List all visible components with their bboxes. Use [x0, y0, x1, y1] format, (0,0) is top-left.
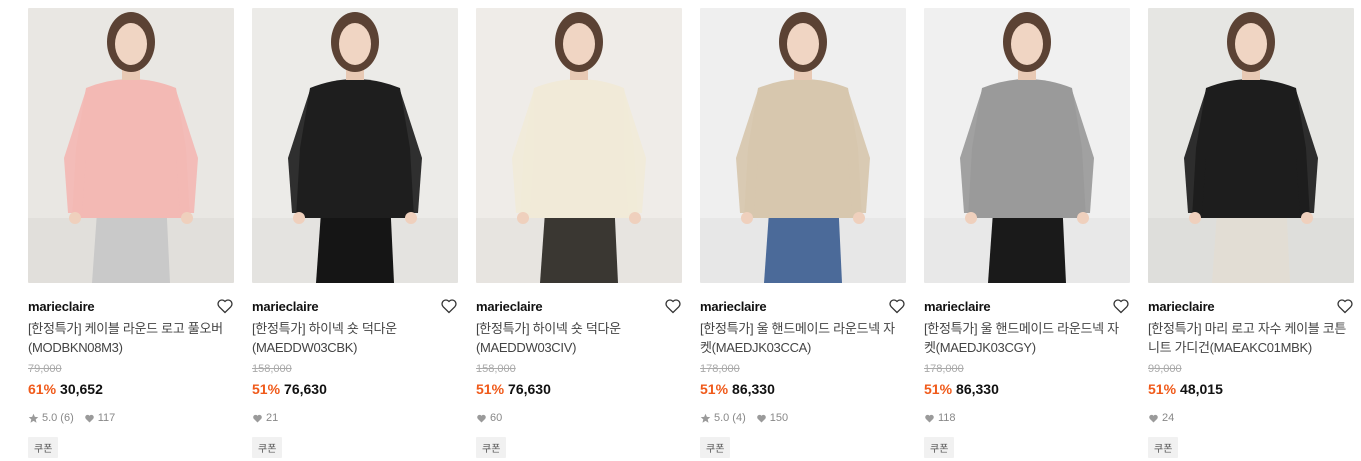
- likes: 150: [756, 412, 788, 424]
- price-row: 51% 86,330: [924, 379, 1130, 399]
- like-count: 21: [266, 412, 279, 424]
- product-title[interactable]: [한정특가] 울 핸드메이드 라운드넥 자켓(MAEDJK03CCA): [700, 319, 906, 357]
- discount-rate: 51%: [1148, 381, 1177, 397]
- heart-icon: [84, 414, 94, 422]
- discount-rate: 51%: [252, 381, 281, 397]
- wishlist-heart-icon[interactable]: [664, 297, 682, 315]
- brand-row: marieclaire: [476, 297, 682, 315]
- product-title[interactable]: [한정특가] 하이넥 숏 덕다운 (MAEDDW03CIV): [476, 319, 682, 357]
- product-meta: 21: [252, 411, 458, 425]
- price-row: 61% 30,652: [28, 379, 234, 399]
- wishlist-heart-icon[interactable]: [440, 297, 458, 315]
- product-card[interactable]: marieclaire [한정특가] 울 핸드메이드 라운드넥 자켓(MAEDJK…: [700, 8, 906, 458]
- review-count: (6): [60, 412, 74, 424]
- product-card[interactable]: marieclaire [한정특가] 울 핸드메이드 라운드넥 자켓(MAEDJK…: [924, 8, 1130, 458]
- brand-row: marieclaire: [28, 297, 234, 315]
- rating-value: 5.0: [714, 412, 730, 424]
- rating: 5.0 (4): [700, 412, 746, 424]
- product-meta: 60: [476, 411, 682, 425]
- brand-name[interactable]: marieclaire: [476, 299, 543, 314]
- sale-price: 86,330: [956, 381, 999, 397]
- coupon-badge: 쿠폰: [252, 437, 283, 458]
- coupon-badge: 쿠폰: [924, 437, 955, 458]
- product-title[interactable]: [한정특가] 케이블 라운드 로고 풀오버 (MODBKN08M3): [28, 319, 234, 357]
- brand-name[interactable]: marieclaire: [924, 299, 991, 314]
- coupon-badge: 쿠폰: [700, 437, 731, 458]
- original-price: 178,000: [700, 363, 740, 375]
- brand-row: marieclaire: [924, 297, 1130, 315]
- heart-icon: [1149, 414, 1158, 422]
- like-count: 118: [938, 412, 956, 424]
- product-grid: marieclaire [한정특가] 케이블 라운드 로고 풀오버 (MODBKN…: [28, 8, 1354, 458]
- discount-rate: 51%: [924, 381, 953, 397]
- product-title[interactable]: [한정특가] 하이넥 숏 덕다운 (MAEDDW03CBK): [252, 319, 458, 357]
- likes: 118: [924, 412, 956, 424]
- rating-value: 5.0: [42, 412, 58, 424]
- discount-rate: 61%: [28, 381, 57, 397]
- brand-row: marieclaire: [252, 297, 458, 315]
- brand-name[interactable]: marieclaire: [700, 299, 767, 314]
- likes: 60: [476, 412, 502, 424]
- price-row: 51% 76,630: [252, 379, 458, 399]
- like-count: 24: [1162, 412, 1175, 424]
- price-row: 51% 86,330: [700, 379, 906, 399]
- brand-name[interactable]: marieclaire: [1148, 299, 1215, 314]
- review-count: (4): [732, 412, 746, 424]
- coupon-badge: 쿠폰: [476, 437, 507, 458]
- product-meta: 118: [924, 411, 1130, 425]
- wishlist-heart-icon[interactable]: [888, 297, 906, 315]
- original-price: 99,000: [1148, 363, 1182, 375]
- sale-price: 76,630: [284, 381, 327, 397]
- product-image[interactable]: [476, 8, 682, 283]
- like-count: 60: [490, 412, 503, 424]
- likes: 21: [252, 412, 278, 424]
- brand-name[interactable]: marieclaire: [28, 299, 95, 314]
- sale-price: 86,330: [732, 381, 775, 397]
- product-card[interactable]: marieclaire [한정특가] 마리 로고 자수 케이블 코튼 니트 가디건…: [1148, 8, 1354, 458]
- likes: 117: [84, 412, 116, 424]
- heart-icon: [925, 414, 934, 422]
- product-card[interactable]: marieclaire [한정특가] 하이넥 숏 덕다운 (MAEDDW03CIV…: [476, 8, 682, 458]
- discount-rate: 51%: [476, 381, 505, 397]
- heart-icon: [477, 414, 486, 422]
- likes: 24: [1148, 412, 1174, 424]
- wishlist-heart-icon[interactable]: [1112, 297, 1130, 315]
- star-icon: [28, 413, 39, 423]
- brand-name[interactable]: marieclaire: [252, 299, 319, 314]
- product-card[interactable]: marieclaire [한정특가] 하이넥 숏 덕다운 (MAEDDW03CBK…: [252, 8, 458, 458]
- wishlist-heart-icon[interactable]: [1336, 297, 1354, 315]
- product-image[interactable]: [700, 8, 906, 283]
- coupon-badge: 쿠폰: [28, 437, 59, 458]
- product-title[interactable]: [한정특가] 울 핸드메이드 라운드넥 자켓(MAEDJK03CGY): [924, 319, 1130, 357]
- sale-price: 48,015: [1180, 381, 1223, 397]
- original-price: 178,000: [924, 363, 964, 375]
- sale-price: 30,652: [60, 381, 103, 397]
- original-price: 158,000: [476, 363, 516, 375]
- wishlist-heart-icon[interactable]: [216, 297, 234, 315]
- product-meta: 5.0 (4) 150: [700, 411, 906, 425]
- like-count: 117: [97, 412, 116, 424]
- product-image[interactable]: [252, 8, 458, 283]
- product-image[interactable]: [28, 8, 234, 283]
- product-title[interactable]: [한정특가] 마리 로고 자수 케이블 코튼 니트 가디건(MAEAKC01MB…: [1148, 319, 1354, 357]
- product-image[interactable]: [1148, 8, 1354, 283]
- discount-rate: 51%: [700, 381, 729, 397]
- product-meta: 5.0 (6) 117: [28, 411, 234, 425]
- original-price: 79,000: [28, 363, 62, 375]
- product-card[interactable]: marieclaire [한정특가] 케이블 라운드 로고 풀오버 (MODBKN…: [28, 8, 234, 458]
- sale-price: 76,630: [508, 381, 551, 397]
- coupon-badge: 쿠폰: [1148, 437, 1179, 458]
- heart-icon: [253, 414, 262, 422]
- brand-row: marieclaire: [1148, 297, 1354, 315]
- heart-icon: [756, 414, 766, 422]
- brand-row: marieclaire: [700, 297, 906, 315]
- product-image[interactable]: [924, 8, 1130, 283]
- price-row: 51% 76,630: [476, 379, 682, 399]
- star-icon: [700, 413, 711, 423]
- product-meta: 24: [1148, 411, 1354, 425]
- like-count: 150: [769, 412, 789, 424]
- original-price: 158,000: [252, 363, 292, 375]
- price-row: 51% 48,015: [1148, 379, 1354, 399]
- rating: 5.0 (6): [28, 412, 74, 424]
